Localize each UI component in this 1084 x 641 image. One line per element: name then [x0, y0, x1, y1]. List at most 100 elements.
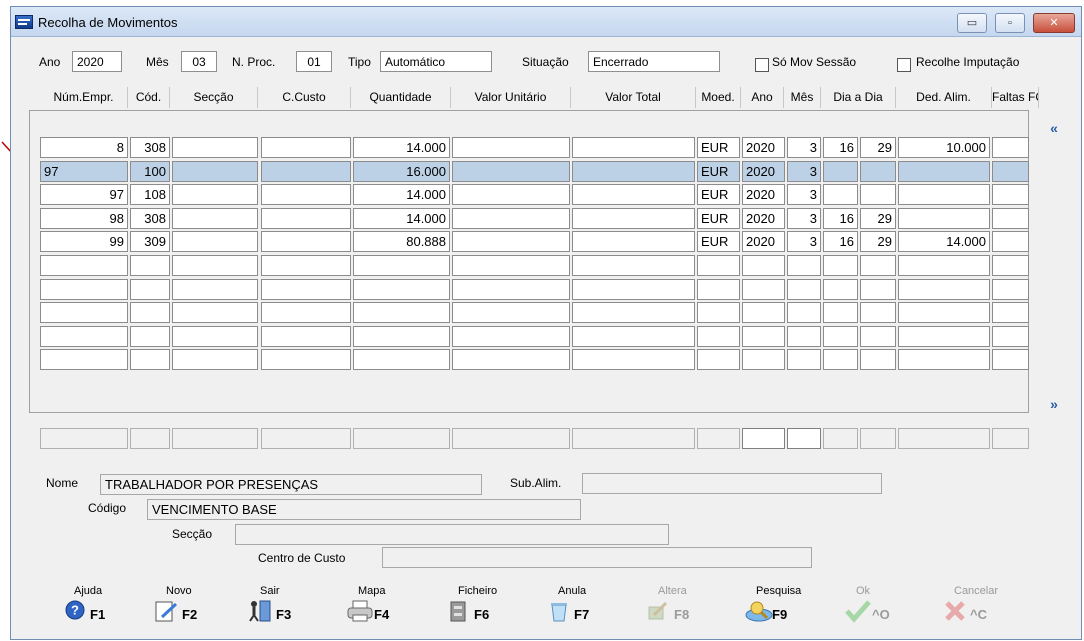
- table-cell[interactable]: 308: [130, 137, 170, 158]
- table-cell[interactable]: [992, 184, 1029, 205]
- table-cell[interactable]: [992, 231, 1029, 252]
- table-cell[interactable]: [172, 161, 258, 182]
- table-cell[interactable]: [823, 302, 858, 323]
- table-cell[interactable]: [452, 184, 570, 205]
- table-cell[interactable]: [860, 184, 896, 205]
- table-cell[interactable]: 3: [787, 161, 821, 182]
- table-cell[interactable]: [130, 302, 170, 323]
- table-cell[interactable]: [992, 161, 1029, 182]
- column-header[interactable]: C.Custo: [258, 87, 351, 108]
- table-cell[interactable]: [992, 208, 1029, 229]
- table-cell[interactable]: [452, 302, 570, 323]
- function-button-ctrl-o[interactable]: Ok ^O: [842, 585, 922, 630]
- so-mov-sessao-checkbox[interactable]: [755, 58, 769, 72]
- table-cell[interactable]: 16: [823, 208, 858, 229]
- column-header[interactable]: Núm.Empr.: [40, 87, 128, 108]
- table-cell[interactable]: [787, 302, 821, 323]
- table-cell[interactable]: [992, 326, 1029, 347]
- close-button[interactable]: ✕: [1033, 13, 1075, 33]
- tipo-field[interactable]: Automático: [380, 51, 492, 72]
- table-cell[interactable]: [697, 279, 740, 300]
- table-cell[interactable]: 80.888: [353, 231, 450, 252]
- column-header[interactable]: Valor Total: [571, 87, 696, 108]
- table-cell[interactable]: [898, 255, 990, 276]
- table-cell[interactable]: [572, 231, 695, 252]
- recolhe-imputacao-checkbox[interactable]: [897, 58, 911, 72]
- table-cell[interactable]: [452, 279, 570, 300]
- table-cell[interactable]: [261, 349, 351, 370]
- table-cell[interactable]: 29: [860, 208, 896, 229]
- mes-field[interactable]: 03: [181, 51, 217, 72]
- table-cell[interactable]: [742, 279, 785, 300]
- table-cell[interactable]: 14.000: [353, 184, 450, 205]
- table-cell[interactable]: 3: [787, 231, 821, 252]
- table-cell[interactable]: [130, 279, 170, 300]
- column-header[interactable]: Ano: [741, 87, 784, 108]
- table-cell[interactable]: [898, 208, 990, 229]
- table-cell[interactable]: [40, 302, 128, 323]
- column-header[interactable]: Moed.: [696, 87, 741, 108]
- table-cell[interactable]: 97: [40, 184, 128, 205]
- table-cell[interactable]: [172, 184, 258, 205]
- function-button-f2[interactable]: Novo F2: [152, 585, 232, 630]
- table-cell[interactable]: [130, 326, 170, 347]
- table-cell[interactable]: [860, 349, 896, 370]
- table-cell[interactable]: [742, 349, 785, 370]
- table-cell[interactable]: 98: [40, 208, 128, 229]
- table-cell[interactable]: 14.000: [353, 137, 450, 158]
- table-cell[interactable]: [572, 161, 695, 182]
- function-button-f3[interactable]: Sair F3: [246, 585, 326, 630]
- function-button-f4[interactable]: Mapa F4: [344, 585, 424, 630]
- table-cell[interactable]: 108: [130, 184, 170, 205]
- table-cell[interactable]: EUR: [697, 231, 740, 252]
- table-cell[interactable]: [898, 279, 990, 300]
- table-cell[interactable]: [898, 161, 990, 182]
- table-cell[interactable]: [353, 326, 450, 347]
- table-cell[interactable]: [697, 255, 740, 276]
- table-cell[interactable]: [572, 302, 695, 323]
- table-cell[interactable]: [572, 255, 695, 276]
- table-cell[interactable]: [353, 279, 450, 300]
- maximize-button[interactable]: ▫: [995, 13, 1025, 33]
- table-cell[interactable]: [172, 208, 258, 229]
- table-cell[interactable]: EUR: [697, 161, 740, 182]
- table-cell[interactable]: EUR: [697, 137, 740, 158]
- ano-field[interactable]: 2020: [72, 51, 122, 72]
- table-cell[interactable]: 2020: [742, 208, 785, 229]
- table-cell[interactable]: [992, 255, 1029, 276]
- table-cell[interactable]: [40, 255, 128, 276]
- table-cell[interactable]: [172, 137, 258, 158]
- function-button-f7[interactable]: Anula F7: [544, 585, 624, 630]
- table-cell[interactable]: [261, 231, 351, 252]
- function-button-f6[interactable]: Ficheiro F6: [444, 585, 524, 630]
- table-cell[interactable]: [697, 326, 740, 347]
- table-cell[interactable]: [452, 208, 570, 229]
- table-cell[interactable]: [261, 184, 351, 205]
- column-header[interactable]: Quantidade: [351, 87, 451, 108]
- table-cell[interactable]: [787, 349, 821, 370]
- function-button-ctrl-c[interactable]: Cancelar ^C: [940, 585, 1020, 630]
- table-cell[interactable]: [572, 184, 695, 205]
- table-cell[interactable]: [130, 255, 170, 276]
- minimize-button[interactable]: ▭: [957, 13, 987, 33]
- column-header[interactable]: Valor Unitário: [451, 87, 571, 108]
- table-cell[interactable]: [992, 137, 1029, 158]
- table-cell[interactable]: 308: [130, 208, 170, 229]
- table-cell[interactable]: [572, 208, 695, 229]
- table-cell[interactable]: 2020: [742, 184, 785, 205]
- table-cell[interactable]: EUR: [697, 208, 740, 229]
- column-header[interactable]: Mês: [784, 87, 821, 108]
- table-cell[interactable]: [261, 208, 351, 229]
- table-cell[interactable]: 2020: [742, 161, 785, 182]
- table-cell[interactable]: [823, 279, 858, 300]
- function-button-f1[interactable]: Ajuda? F1: [60, 585, 140, 630]
- table-cell[interactable]: [261, 302, 351, 323]
- table-cell[interactable]: [452, 137, 570, 158]
- table-cell[interactable]: [697, 302, 740, 323]
- table-cell[interactable]: 10.000: [898, 137, 990, 158]
- nproc-field[interactable]: 01: [296, 51, 332, 72]
- table-cell[interactable]: [898, 349, 990, 370]
- table-cell[interactable]: [992, 279, 1029, 300]
- table-cell[interactable]: [261, 279, 351, 300]
- column-header[interactable]: Secção: [170, 87, 258, 108]
